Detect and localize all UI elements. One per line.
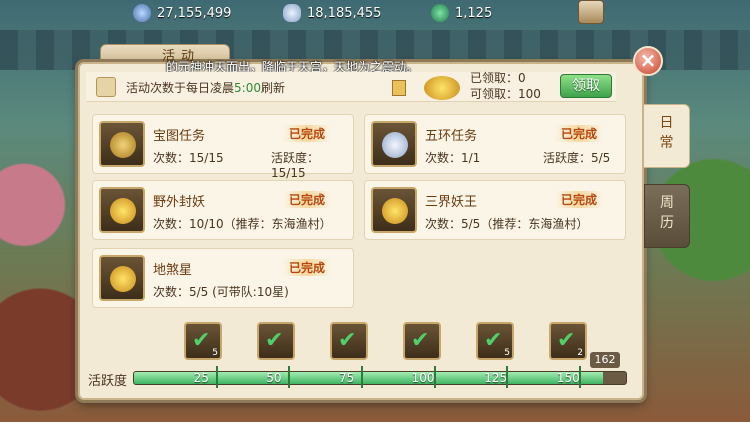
- claimed-count: 已领取：0: [470, 71, 526, 85]
- exp-gourd-icon: [99, 187, 145, 233]
- reward-count: 5: [212, 348, 218, 358]
- reward-count: 2: [577, 348, 583, 358]
- task-status: 已完成: [555, 125, 604, 142]
- reward-chest-25[interactable]: ✔ 5: [184, 322, 222, 360]
- check-icon: ✔: [192, 328, 211, 353]
- silver-ingot-icon: [283, 4, 301, 22]
- task-name: 三界妖王: [425, 195, 478, 210]
- reward-chest-100[interactable]: ✔: [403, 322, 441, 360]
- claim-status: 已领取：0 可领取：100: [470, 70, 541, 102]
- task-status: 已完成: [283, 125, 332, 142]
- check-icon: ✔: [557, 328, 576, 353]
- task-card[interactable]: 三界妖王 已完成 次数：5/5（推荐：东海渔村）: [364, 180, 626, 240]
- background-tree-left: [0, 60, 80, 422]
- check-icon: ✔: [484, 328, 503, 353]
- task-activity: 活跃度：5/5: [543, 151, 611, 165]
- check-icon: ✔: [338, 328, 357, 353]
- exp-gourd-icon: [99, 255, 145, 301]
- task-count: 次数：5/5（推荐：东海渔村）: [425, 217, 589, 231]
- scroll-icon: [96, 77, 116, 97]
- milestone-label: 150: [556, 371, 580, 385]
- currency-gold-value: 18,185,455: [307, 5, 382, 21]
- book-icon: [392, 80, 406, 96]
- check-icon: ✔: [265, 328, 284, 353]
- exp-gourd-icon: [371, 187, 417, 233]
- claimable-count: 可领取：100: [470, 87, 541, 101]
- tab-weekly[interactable]: 周 历: [644, 184, 690, 248]
- currency-silver: 27,155,499: [133, 3, 231, 23]
- milestone-label: 125: [484, 371, 508, 385]
- task-status: 已完成: [283, 191, 332, 208]
- milestone-tick: [215, 366, 218, 388]
- task-status: 已完成: [555, 191, 604, 208]
- reward-chest-125[interactable]: ✔ 5: [476, 322, 514, 360]
- milestone-tick: [288, 366, 291, 388]
- task-card[interactable]: 地煞星 已完成 次数：5/5 (可带队:10星): [92, 248, 354, 308]
- task-name: 宝图任务: [153, 129, 206, 144]
- activity-current: 162: [590, 352, 620, 368]
- milestone-label: 75: [338, 371, 355, 385]
- currency-silver-value: 27,155,499: [157, 5, 232, 21]
- task-count: 次数：5/5 (可带队:10星): [153, 285, 289, 299]
- task-activity: 活跃度：15/15: [271, 151, 320, 180]
- currency-jade: 1,125: [431, 3, 492, 23]
- milestone-label: 50: [266, 371, 282, 385]
- currency-jade-value: 1,125: [455, 5, 493, 21]
- jade-icon: [431, 4, 449, 22]
- treasure-map-icon: [99, 121, 145, 167]
- check-icon: ✔: [411, 328, 430, 353]
- claim-button[interactable]: 领取: [560, 74, 612, 98]
- task-count: 次数：10/10（推荐：东海渔村）: [153, 217, 332, 231]
- refresh-info: 活动次数于每日凌晨5:00刷新: [126, 81, 285, 95]
- task-count: 次数：15/15: [153, 151, 224, 165]
- task-card[interactable]: 五环任务 已完成 次数：1/1 活跃度：5/5: [364, 114, 626, 174]
- silver-ingot-icon: [371, 121, 417, 167]
- menu-button[interactable]: [578, 0, 604, 24]
- reward-chest-150[interactable]: ✔ 2: [549, 322, 587, 360]
- milestone-label: 25: [193, 371, 209, 385]
- task-count: 次数：1/1: [425, 151, 481, 165]
- reward-chest-75[interactable]: ✔: [330, 322, 368, 360]
- silver-coin-icon: [133, 4, 151, 22]
- task-name: 地煞星: [153, 263, 193, 278]
- currency-gold: 18,185,455: [283, 3, 381, 23]
- milestone-tick: [360, 366, 363, 388]
- close-button[interactable]: ×: [633, 46, 663, 76]
- reward-chest-50[interactable]: ✔: [257, 322, 295, 360]
- milestone-label: 100: [411, 371, 435, 385]
- task-name: 野外封妖: [153, 195, 206, 210]
- task-card[interactable]: 野外封妖 已完成 次数：10/10（推荐：东海渔村）: [92, 180, 354, 240]
- exp-icon: [424, 76, 460, 100]
- activity-label: 活跃度: [88, 374, 128, 389]
- task-status: 已完成: [283, 259, 332, 276]
- reward-count: 5: [504, 348, 510, 358]
- task-card[interactable]: 宝图任务 已完成 次数：15/15 活跃度：15/15: [92, 114, 354, 180]
- task-name: 五环任务: [425, 129, 478, 144]
- currency-bar: 27,155,499 18,185,455 1,125: [0, 0, 750, 26]
- tab-daily[interactable]: 日 常: [644, 104, 690, 168]
